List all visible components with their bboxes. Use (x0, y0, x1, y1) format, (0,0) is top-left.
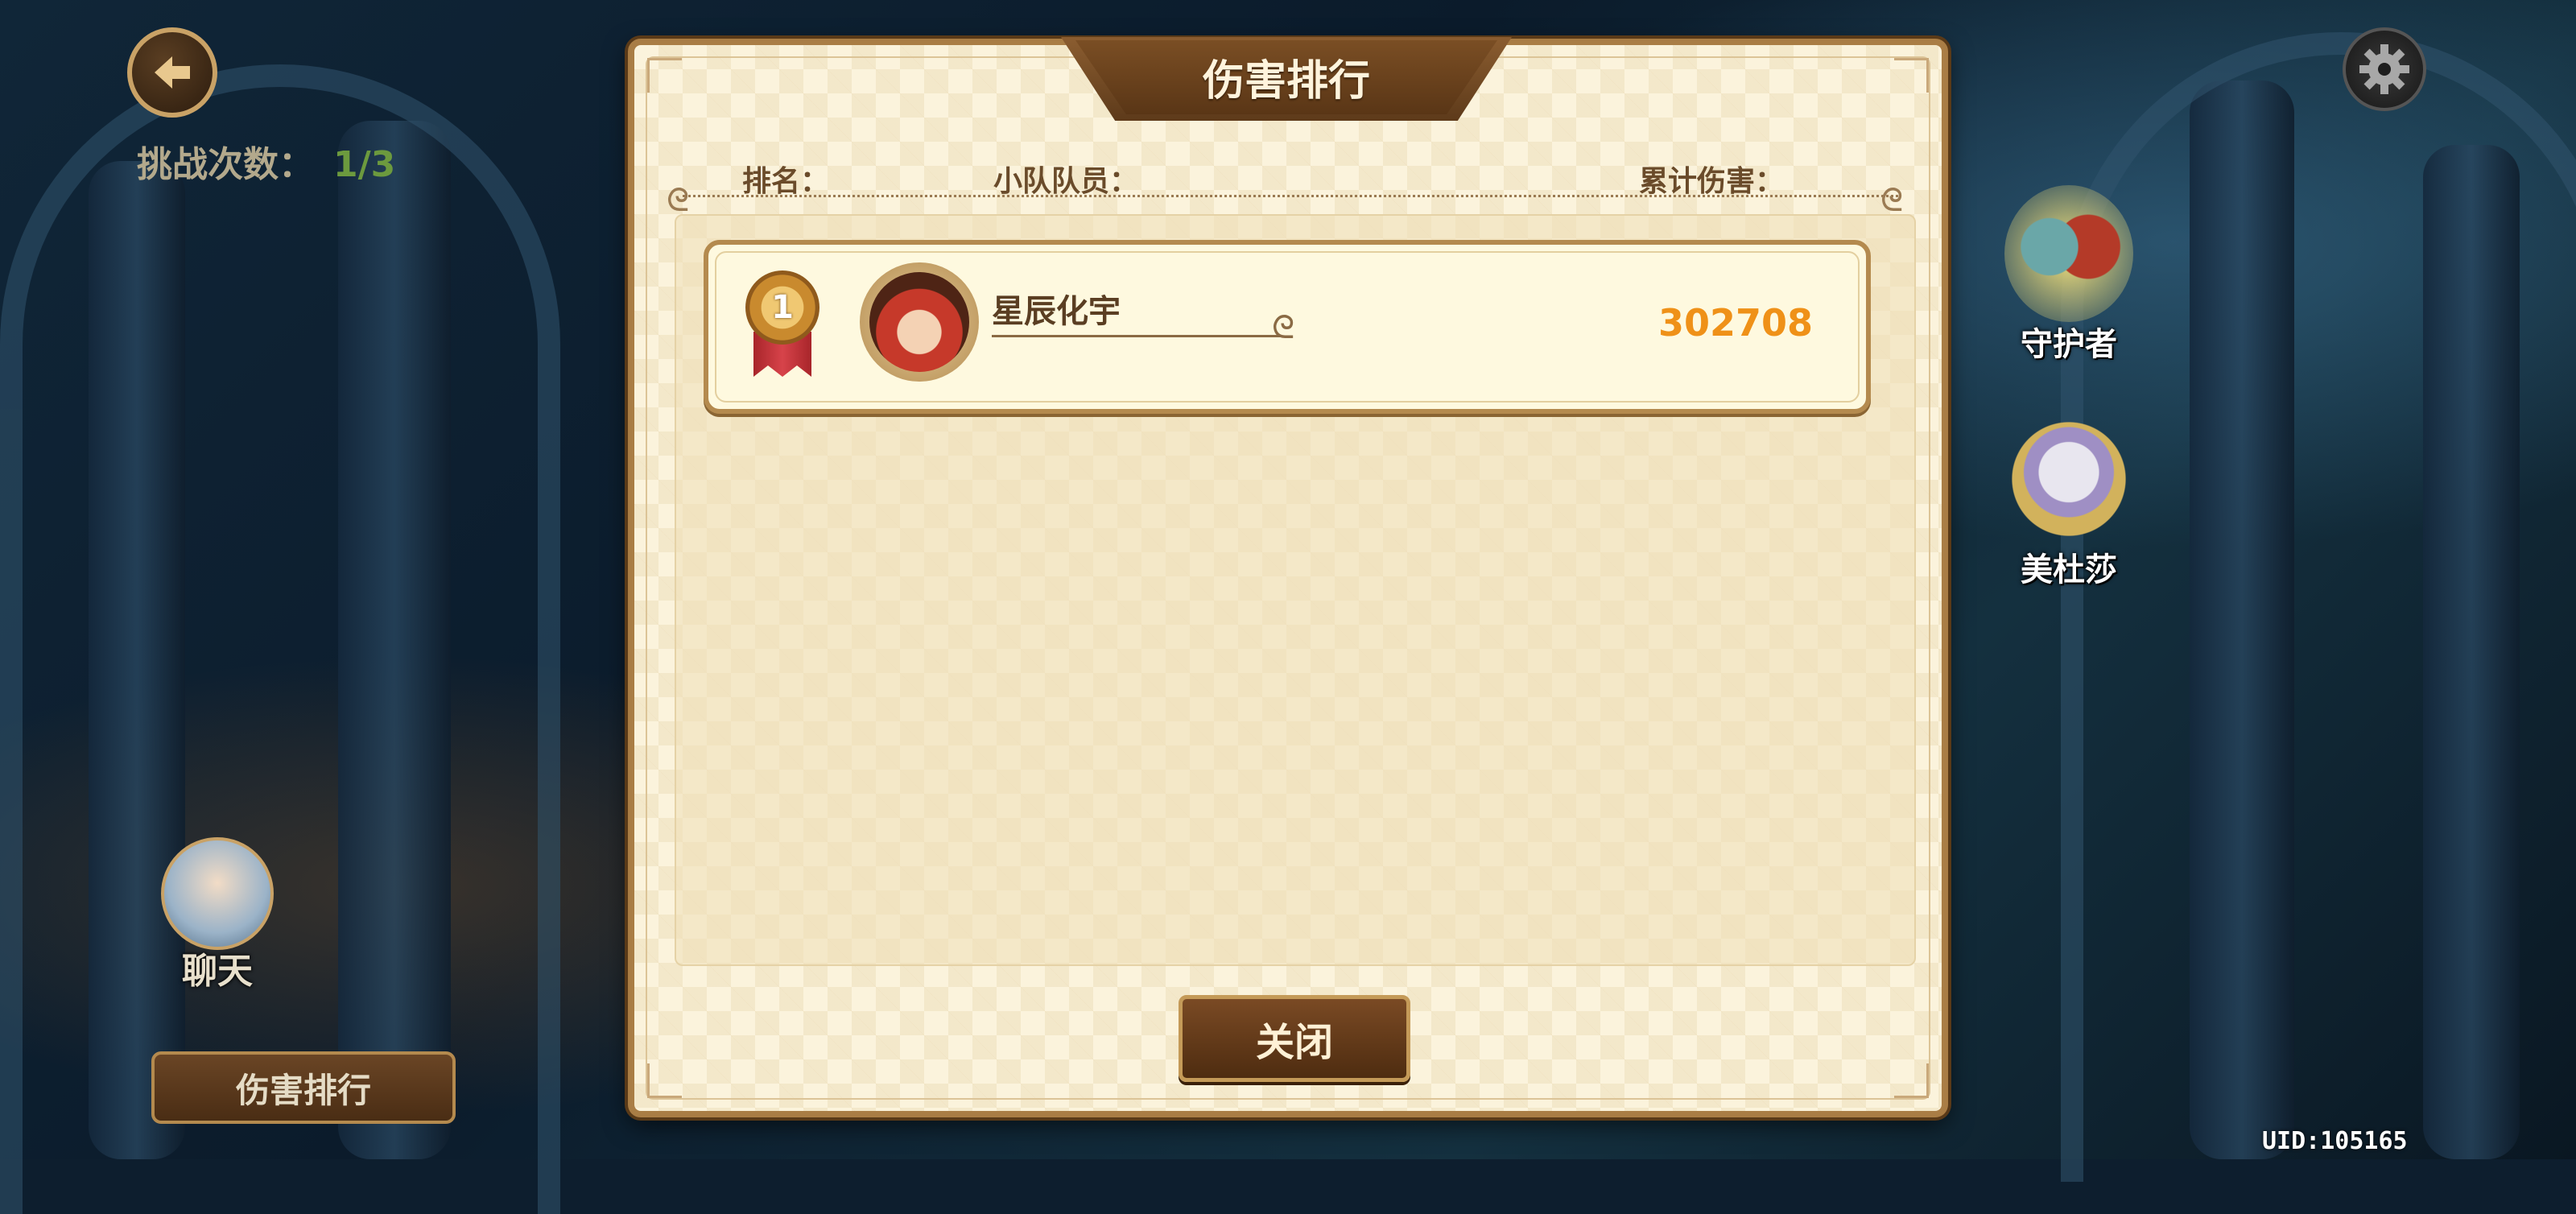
player-name: 星辰化宇 (992, 293, 1121, 330)
corner-ornament (1894, 1063, 1929, 1098)
settings-button[interactable] (2343, 27, 2426, 111)
guardian-boss-button[interactable]: 守护者 (1980, 177, 2157, 378)
player-avatar (869, 272, 969, 372)
medusa-boss-button[interactable]: 美杜莎 (1980, 403, 2157, 604)
damage-ranking-panel: 伤害排行 ᘓ ᘓ 排名： 小队队员： 累计伤害： 1 星辰化宇 ᘓ 302708… (628, 37, 1948, 1117)
ranking-list[interactable]: 1 星辰化宇 ᘓ 302708 (675, 214, 1916, 966)
corner-ornament (1894, 58, 1929, 93)
back-button[interactable] (127, 27, 217, 118)
uid-text: UID:105165 (2262, 1127, 2408, 1155)
gear-icon (2359, 44, 2409, 94)
header-divider (683, 195, 1898, 197)
guardian-portrait-icon (2004, 185, 2133, 322)
ranking-row: 1 星辰化宇 ᘓ 302708 (704, 240, 1871, 414)
damage-rank-button[interactable]: 伤害排行 (151, 1051, 456, 1124)
challenge-count: 挑战次数： 1/3 (137, 135, 395, 187)
chat-label: 聊天 (182, 951, 253, 992)
header-damage: 累计伤害： (1639, 165, 1785, 198)
chat-button[interactable]: 聊天 (153, 829, 282, 992)
corner-ornament (647, 58, 682, 93)
challenge-label: 挑战次数： (137, 144, 314, 185)
rank-medal-icon: 1 (741, 270, 824, 377)
name-curl-ornament: ᘓ (1272, 309, 1295, 346)
challenge-value: 1/3 (333, 144, 396, 185)
chat-avatar-icon (161, 837, 274, 950)
corner-ornament (647, 1063, 682, 1098)
medusa-portrait-icon (2004, 411, 2133, 547)
name-underline (992, 335, 1282, 337)
guardian-label: 守护者 (2021, 326, 2117, 363)
player-avatar-frame[interactable] (860, 262, 979, 382)
back-arrow-icon (155, 56, 190, 89)
damage-value: 302708 (1658, 301, 1814, 345)
panel-title: 伤害排行 (1202, 57, 1370, 105)
bg-arch (0, 64, 560, 1214)
header-members: 小队队员： (993, 165, 1139, 198)
rank-number: 1 (771, 289, 794, 326)
header-rank: 排名： (742, 165, 830, 198)
medusa-label: 美杜莎 (2021, 551, 2117, 588)
close-button[interactable]: 关闭 (1179, 995, 1410, 1082)
